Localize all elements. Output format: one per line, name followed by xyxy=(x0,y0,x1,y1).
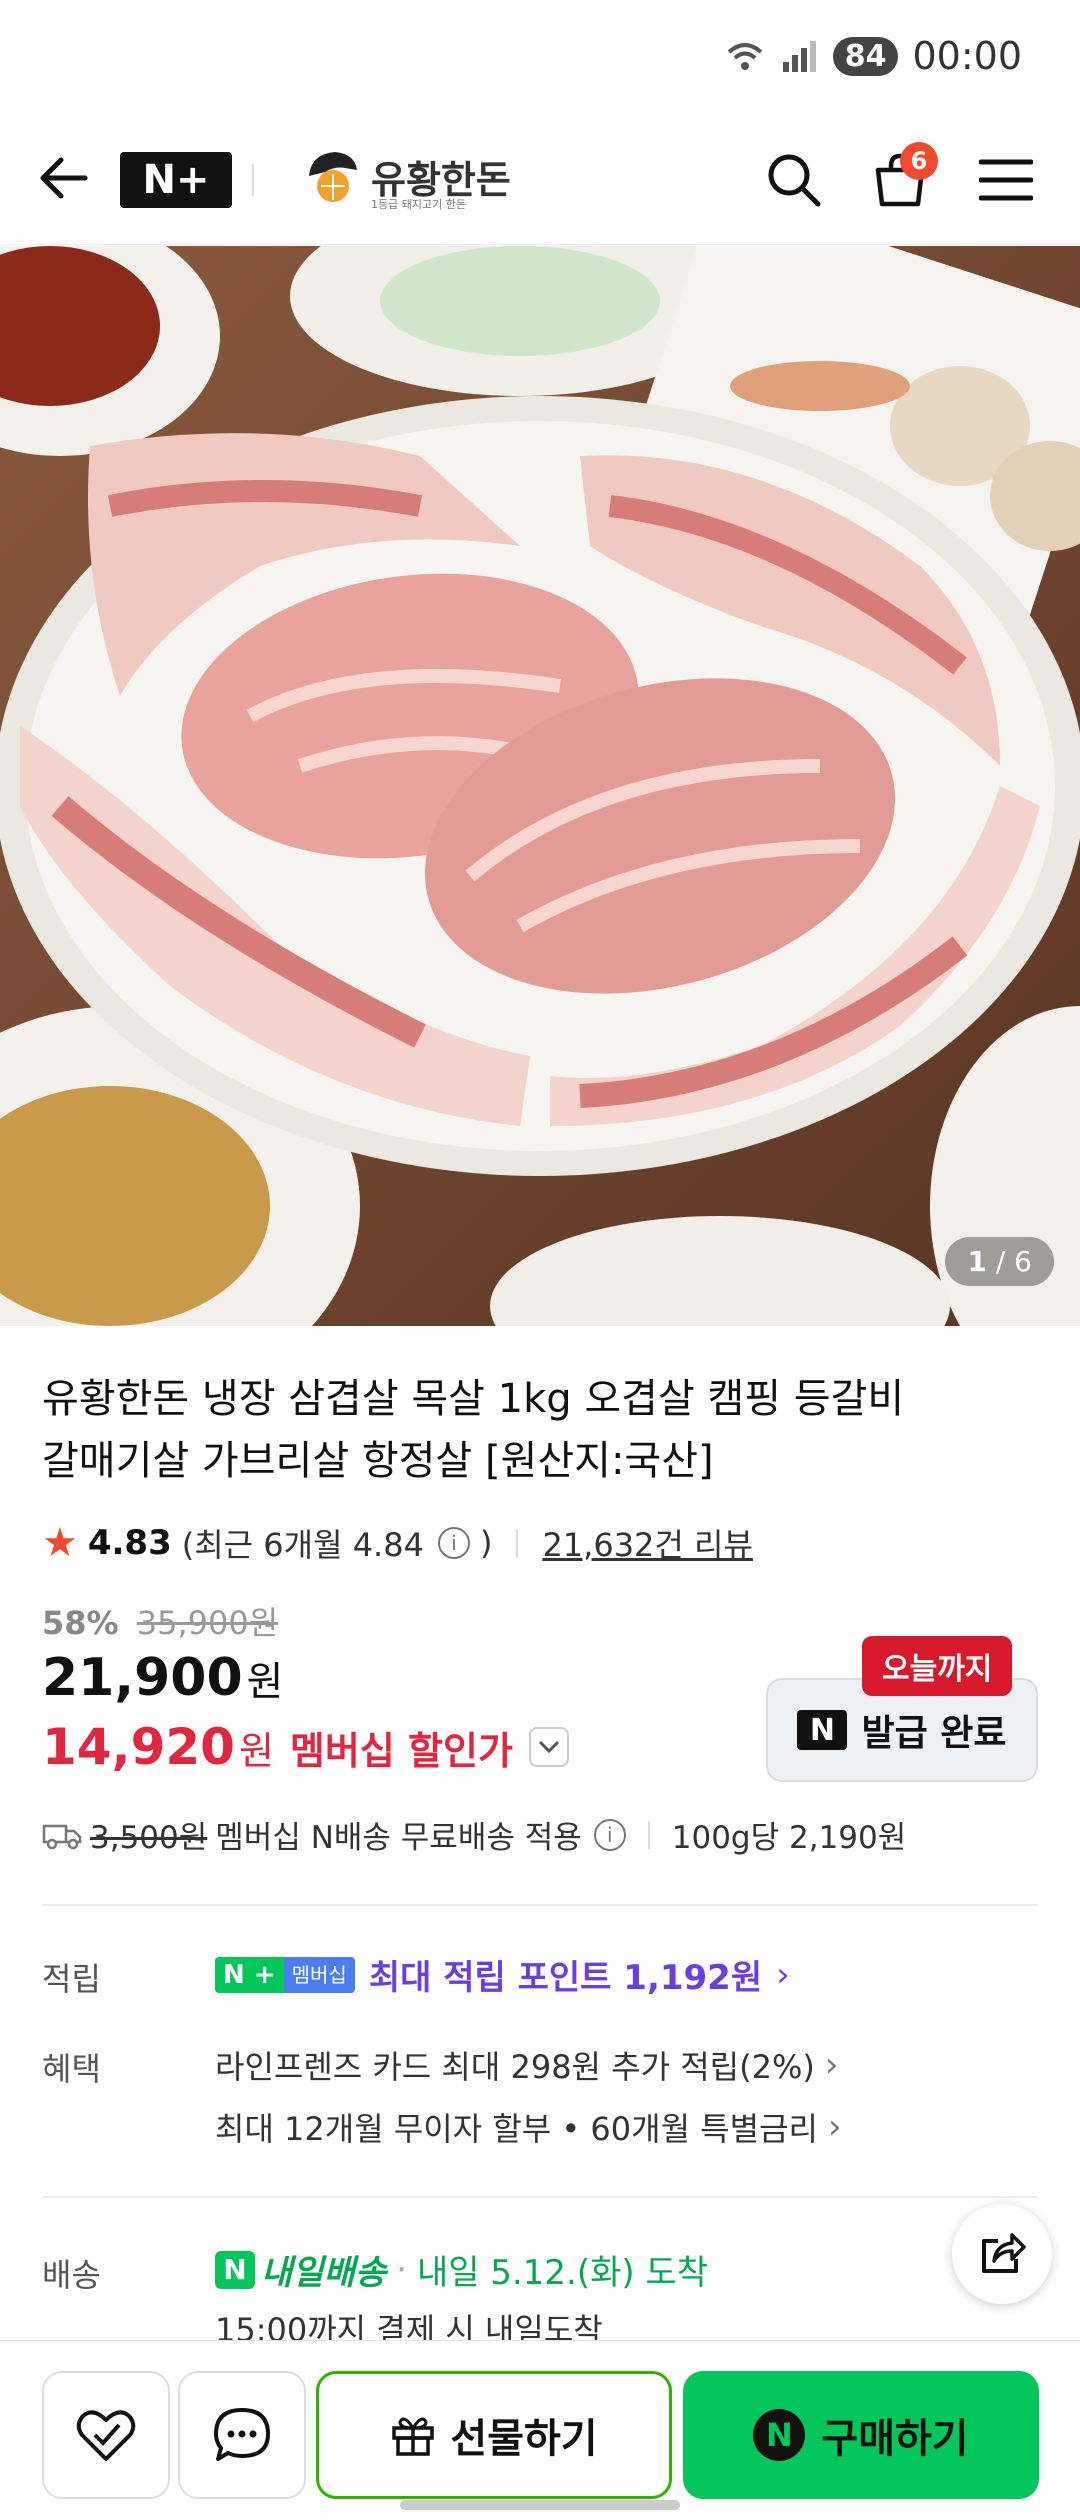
delivery-info: N 내일배송 · 내일 5.12.(화) 도착 xyxy=(215,2245,708,2294)
chevron-right-icon: › xyxy=(824,2045,839,2085)
section-divider xyxy=(42,2196,1038,2198)
brand-subtitle: 1등급 돼지고기 한돈 xyxy=(371,198,466,211)
buy-label: 구매하기 xyxy=(821,2416,969,2462)
nplus-store-logo[interactable]: N+ xyxy=(120,152,232,208)
sale-price-value: 21,900 xyxy=(42,1648,243,1708)
back-button[interactable] xyxy=(36,150,92,206)
shipping-fee: 3,500원 xyxy=(90,1820,208,1856)
member-price-row[interactable]: 14,920 원 멤버십 할인가 xyxy=(42,1718,569,1776)
review-count-link[interactable]: 21,632건 리뷰 xyxy=(542,1520,752,1566)
unit-price: 100g당 2,190원 xyxy=(671,1820,907,1856)
shipping-row: 3,500원 멤버십 N배송 무료배송 적용 i 100g당 2,190원 xyxy=(42,1812,906,1857)
star-icon: ★ xyxy=(42,1520,78,1566)
hamburger-menu-icon xyxy=(979,159,1033,201)
info-icon[interactable]: i xyxy=(593,1818,626,1851)
chat-bubble-icon xyxy=(214,2408,270,2461)
section-divider xyxy=(42,1904,1038,1906)
delivery-date: 내일 5.12.(화) 도착 xyxy=(416,2253,708,2293)
dot-separator: · xyxy=(396,2249,407,2290)
chevron-right-icon: › xyxy=(827,2107,842,2147)
card-benefit-link[interactable]: 라인프렌즈 카드 최대 298원 추가 적립(2%) › xyxy=(215,2042,838,2088)
discount-rate: 58% xyxy=(42,1604,119,1642)
rating-value: 4.83 xyxy=(87,1523,172,1563)
wifi-icon xyxy=(725,36,765,76)
divider xyxy=(647,1820,650,1849)
naver-pay-icon: N xyxy=(753,2409,806,2461)
cart-button[interactable]: 6 xyxy=(870,142,938,210)
buy-button[interactable]: N 구매하기 xyxy=(683,2371,1039,2499)
gift-label: 선물하기 xyxy=(450,2416,598,2462)
benefits-label: 혜택 xyxy=(42,2050,101,2088)
original-price: 35,900원 xyxy=(136,1604,279,1642)
bottom-action-bar: 선물하기 N 구매하기 xyxy=(0,2340,1080,2520)
divider xyxy=(516,1529,519,1557)
coupon-label: 발급 완료 xyxy=(861,1713,1007,1754)
cart-count-badge: 6 xyxy=(900,142,938,180)
gift-icon xyxy=(392,2417,435,2456)
rating-close: ) xyxy=(479,1524,493,1562)
points-link[interactable]: N + 멤버십 최대 적립 포인트 1,192원 › xyxy=(215,1950,790,1999)
member-price-dropdown[interactable] xyxy=(528,1727,569,1767)
card-benefit-text: 라인프렌즈 카드 최대 298원 추가 적립(2%) xyxy=(215,2048,815,2086)
chevron-down-icon xyxy=(538,1740,559,1754)
product-title-line1: 유황한돈 냉장 삼겹살 목살 1kg 오겹살 캠핑 등갈비 xyxy=(42,1376,905,1422)
home-indicator[interactable] xyxy=(400,2500,680,2510)
delivery-label: 배송 xyxy=(42,2256,101,2294)
sale-price-unit: 원 xyxy=(246,1659,284,1705)
sale-price: 21,900 원 xyxy=(42,1648,283,1708)
member-price-label: 멤버십 할인가 xyxy=(289,1728,513,1773)
top-navigation: N+ 유황한돈 1등급 돼지고기 한돈 6 xyxy=(0,120,1080,245)
chevron-right-icon: › xyxy=(776,1954,790,1995)
share-button[interactable] xyxy=(952,2204,1052,2304)
header-divider xyxy=(252,164,254,196)
arrow-left-icon xyxy=(40,157,88,199)
share-icon xyxy=(982,2233,1026,2273)
truck-icon xyxy=(42,1824,82,1849)
tomorrow-delivery-badge: N 내일배송 xyxy=(215,2245,386,2294)
discount-row: 58% 35,900원 xyxy=(42,1598,278,1644)
status-bar: 84 00:00 xyxy=(0,0,1080,120)
product-photo xyxy=(0,246,1080,1326)
chat-button[interactable] xyxy=(178,2371,306,2499)
naver-n-icon: N xyxy=(797,1710,848,1750)
member-price-value: 14,920 xyxy=(42,1718,235,1776)
installment-benefit-text: 최대 12개월 무이자 할부 • 60개월 특별금리 xyxy=(215,2110,818,2148)
product-image-carousel[interactable]: 1 / 6 xyxy=(0,246,1080,1326)
status-indicators: 84 00:00 xyxy=(725,34,1022,78)
brand-pig-logo-icon xyxy=(309,152,357,202)
rating-recent: (최근 6개월 4.84 xyxy=(181,1526,424,1564)
wishlist-button[interactable] xyxy=(42,2371,170,2499)
nplus-membership-badge: N + 멤버십 xyxy=(215,1956,355,1993)
points-label: 적립 xyxy=(42,1960,101,1998)
today-only-tag: 오늘까지 xyxy=(862,1636,1013,1696)
clock: 00:00 xyxy=(912,34,1022,78)
installment-benefit-link[interactable]: 최대 12개월 무이자 할부 • 60개월 특별금리 › xyxy=(215,2104,842,2150)
battery-level: 84 xyxy=(832,36,899,76)
product-title-line2: 갈매기살 가브리살 항정살 [원산지:국산] xyxy=(42,1438,714,1484)
menu-button[interactable] xyxy=(976,150,1036,210)
heart-icon xyxy=(76,2410,136,2461)
gift-button[interactable]: 선물하기 xyxy=(316,2371,672,2499)
member-price: 14,920 원 xyxy=(42,1718,274,1776)
search-button[interactable] xyxy=(764,150,824,210)
brand-store-link[interactable]: 유황한돈 1등급 돼지고기 한돈 xyxy=(305,146,511,211)
search-icon xyxy=(768,154,821,207)
max-points-text: 최대 적립 포인트 1,192원 xyxy=(368,1958,763,1998)
signal-icon xyxy=(779,36,819,76)
image-counter: 1 / 6 xyxy=(945,1237,1054,1286)
naver-n-icon: N xyxy=(215,2250,255,2289)
shipping-text: 멤버십 N배송 무료배송 적용 xyxy=(215,1820,582,1856)
member-price-unit: 원 xyxy=(238,1729,274,1773)
rating-row: ★ 4.83 (최근 6개월 4.84 i ) 21,632건 리뷰 xyxy=(42,1520,753,1566)
product-title: 유황한돈 냉장 삼겹살 목살 1kg 오겹살 캠핑 등갈비 갈매기살 가브리살 … xyxy=(42,1368,1042,1492)
info-icon[interactable]: i xyxy=(437,1527,470,1559)
